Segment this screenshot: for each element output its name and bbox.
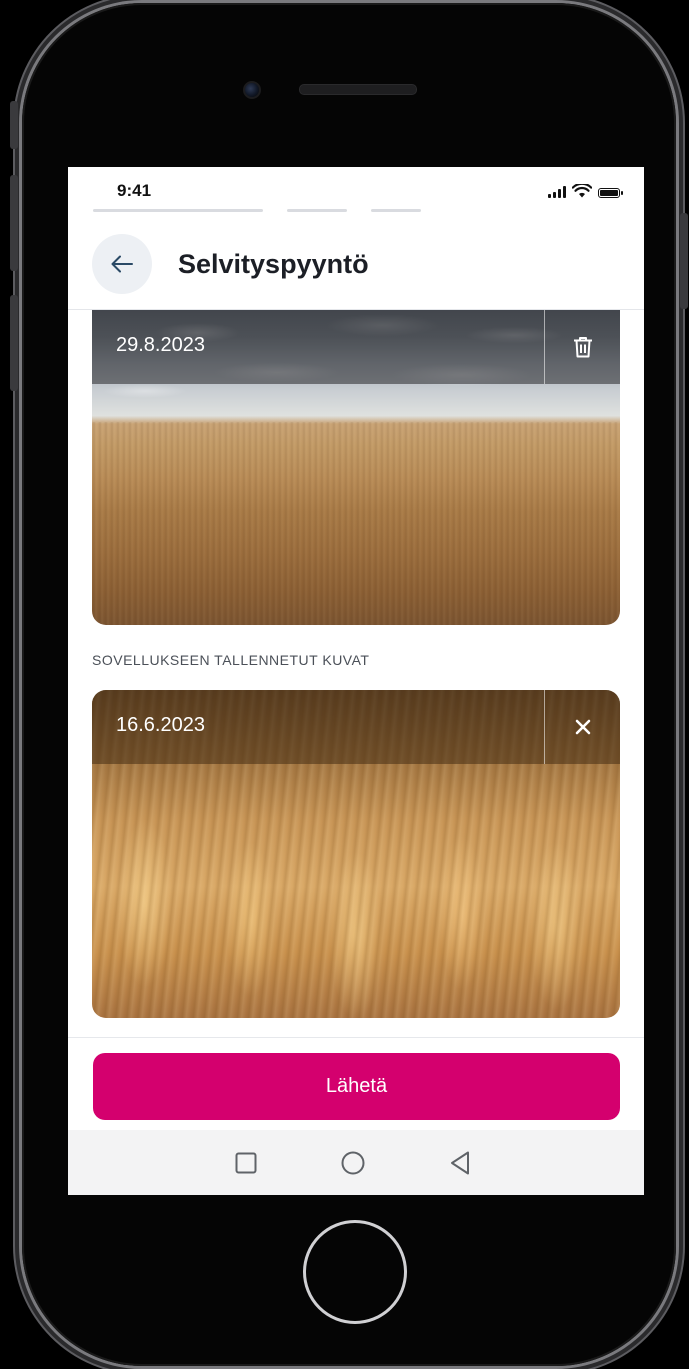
remove-photo-button[interactable] <box>545 690 620 764</box>
battery-icon <box>598 188 623 198</box>
app-header: Selvityspyyntö <box>68 225 644 310</box>
close-icon <box>575 719 590 735</box>
device-mockup: 9:41 Selvityspyyntö 29.8.2023 SOVELLUKSE… <box>0 0 689 1369</box>
send-button[interactable]: Lähetä <box>93 1053 620 1120</box>
footer: Lähetä <box>68 1037 644 1195</box>
hardware-home-button[interactable] <box>303 1220 407 1324</box>
photo-list[interactable]: 29.8.2023 SOVELLUKSEEN TALLENNETUT KUVAT… <box>68 310 644 1037</box>
back-button[interactable] <box>92 234 152 294</box>
signal-icon <box>548 186 566 198</box>
volume-down-button <box>10 295 18 391</box>
page-title: Selvityspyyntö <box>178 249 369 279</box>
photo-card[interactable]: 16.6.2023 <box>92 690 620 1018</box>
photo-card[interactable]: 29.8.2023 <box>92 310 620 625</box>
earpiece-speaker <box>299 84 417 95</box>
arrow-left-icon <box>111 255 133 273</box>
photo-date: 16.6.2023 <box>116 714 205 736</box>
photo-overlay: 16.6.2023 <box>92 690 620 764</box>
nav-back-button[interactable] <box>445 1148 475 1178</box>
mute-switch <box>10 101 18 149</box>
triangle-back-icon <box>451 1151 469 1175</box>
volume-up-button <box>10 175 18 271</box>
photo-overlay: 29.8.2023 <box>92 310 620 384</box>
power-button <box>680 213 688 309</box>
square-recents-icon <box>235 1152 257 1174</box>
status-icons <box>548 184 623 198</box>
status-bar: 9:41 <box>68 167 644 211</box>
front-camera <box>243 81 261 99</box>
app-screen: 9:41 Selvityspyyntö 29.8.2023 SOVELLUKSE… <box>68 167 644 1195</box>
android-nav-bar <box>68 1130 644 1195</box>
circle-home-icon <box>341 1151 365 1175</box>
photo-date: 29.8.2023 <box>116 334 205 356</box>
home-button[interactable] <box>338 1148 368 1178</box>
scrolled-content-edge <box>93 209 423 215</box>
trash-icon <box>573 337 592 358</box>
delete-photo-button[interactable] <box>545 310 620 384</box>
section-label: SOVELLUKSEEN TALLENNETUT KUVAT <box>92 652 370 668</box>
status-time: 9:41 <box>117 181 152 200</box>
recents-button[interactable] <box>231 1148 261 1178</box>
wifi-icon <box>572 184 592 198</box>
